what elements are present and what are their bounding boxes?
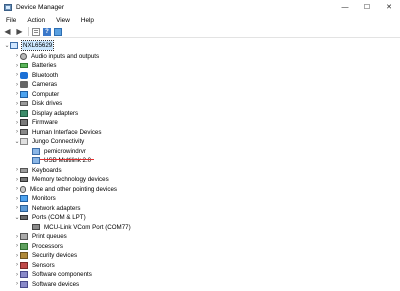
tree-item-label: Disk drives bbox=[32, 100, 63, 108]
window-controls: — ☐ ✕ bbox=[334, 0, 400, 14]
tree-item-label: USB Multilink 2.0 bbox=[44, 157, 92, 165]
usb-controller-icon bbox=[20, 138, 28, 146]
tree-root-label: NXL65629 bbox=[20, 40, 55, 52]
close-button[interactable]: ✕ bbox=[378, 0, 400, 14]
camera-icon bbox=[20, 81, 28, 89]
tree-item-label: Batteries bbox=[32, 62, 57, 70]
tree-item-label: Monitors bbox=[32, 195, 56, 203]
tree-item-label: Mice and other pointing devices bbox=[30, 185, 118, 193]
tree-item-memory[interactable]: › Memory technology devices bbox=[14, 175, 109, 184]
title-bar: Device Manager — ☐ ✕ bbox=[0, 0, 400, 14]
toolbar-separator bbox=[28, 27, 29, 36]
printer-icon bbox=[20, 233, 28, 241]
battery-icon bbox=[20, 63, 28, 69]
tree-item-label: Processors bbox=[32, 242, 63, 250]
tree-item-mice[interactable]: › Mice and other pointing devices bbox=[14, 185, 117, 194]
device-tree: ⌄ NXL65629 › Audio inputs and outputs › … bbox=[0, 40, 400, 291]
memory-icon bbox=[20, 177, 28, 183]
menu-action[interactable]: Action bbox=[21, 17, 50, 24]
software-device-icon bbox=[20, 280, 28, 288]
tree-item-monitors[interactable]: › Monitors bbox=[14, 194, 56, 203]
tree-item-label: Sensors bbox=[32, 261, 55, 269]
processor-icon bbox=[20, 242, 28, 250]
firmware-icon bbox=[20, 119, 28, 127]
menu-view[interactable]: View bbox=[50, 17, 75, 24]
tree-item-jungo[interactable]: ⌄ Jungo Connectivity bbox=[14, 137, 84, 146]
tree-item-label: Memory technology devices bbox=[32, 176, 109, 184]
mouse-icon bbox=[20, 185, 26, 193]
tree-item-security[interactable]: › Security devices bbox=[14, 251, 77, 260]
menu-file[interactable]: File bbox=[0, 17, 21, 24]
network-adapter-icon bbox=[20, 204, 28, 212]
tree-item-display-adapters[interactable]: › Display adapters bbox=[14, 109, 78, 118]
com-port-icon bbox=[32, 224, 40, 231]
speaker-icon bbox=[20, 52, 27, 60]
menu-help[interactable]: Help bbox=[75, 17, 99, 24]
tree-item-computer[interactable]: › Computer bbox=[14, 90, 59, 99]
tree-item-label: Display adapters bbox=[32, 109, 79, 117]
tree-item-mcu-link[interactable]: MCU-Link VCom Port (COM77) bbox=[32, 223, 131, 232]
keyboard-icon bbox=[20, 167, 28, 173]
tree-item-label: Bluetooth bbox=[32, 71, 59, 79]
show-hidden-button[interactable] bbox=[54, 27, 62, 36]
tree-item-label: Software components bbox=[32, 271, 92, 279]
tree-item-pemicrowindrvr[interactable]: pemicrowindrvr bbox=[32, 147, 86, 156]
monitor-icon bbox=[20, 195, 28, 203]
menu-bar: File Action View Help bbox=[0, 14, 400, 26]
tree-item-label: Print queues bbox=[32, 233, 67, 241]
tree-item-label: Human Interface Devices bbox=[32, 128, 102, 136]
properties-button[interactable] bbox=[32, 27, 40, 36]
tree-item-keyboards[interactable]: › Keyboards bbox=[14, 166, 62, 175]
usb-device-icon bbox=[32, 147, 40, 155]
maximize-button[interactable]: ☐ bbox=[356, 0, 378, 14]
bluetooth-icon bbox=[20, 71, 28, 79]
tree-root[interactable]: ⌄ NXL65629 bbox=[4, 40, 55, 52]
disk-drive-icon bbox=[20, 101, 28, 107]
tree-item-software-components[interactable]: › Software components bbox=[14, 270, 92, 279]
usb-device-icon bbox=[32, 157, 40, 165]
tree-item-label: Computer bbox=[32, 90, 60, 98]
tree-item-cameras[interactable]: › Cameras bbox=[14, 80, 57, 89]
window-title: Device Manager bbox=[16, 3, 65, 11]
tree-item-label: Security devices bbox=[32, 252, 78, 260]
tree-item-hid[interactable]: › Human Interface Devices bbox=[14, 128, 101, 137]
tree-item-label: Ports (COM & LPT) bbox=[32, 214, 86, 222]
device-manager-icon bbox=[4, 3, 12, 11]
tree-item-bluetooth[interactable]: › Bluetooth bbox=[14, 71, 58, 80]
tree-item-label: Network adapters bbox=[32, 204, 81, 212]
tree-item-processors[interactable]: › Processors bbox=[14, 242, 63, 251]
tree-item-audio[interactable]: › Audio inputs and outputs bbox=[14, 52, 99, 61]
tree-item-sensors[interactable]: › Sensors bbox=[14, 261, 55, 270]
tree-item-firmware[interactable]: › Firmware bbox=[14, 118, 58, 127]
software-component-icon bbox=[20, 271, 28, 279]
computer-icon bbox=[10, 42, 18, 50]
ports-icon bbox=[20, 215, 28, 221]
security-icon bbox=[20, 252, 28, 260]
tree-item-label: pemicrowindrvr bbox=[44, 147, 86, 155]
tree-item-label: Firmware bbox=[32, 119, 58, 127]
sensor-icon bbox=[20, 261, 28, 269]
tree-item-label: Audio inputs and outputs bbox=[31, 52, 100, 60]
tree-item-label: MCU-Link VCom Port (COM77) bbox=[44, 223, 131, 231]
back-button[interactable]: ◀ bbox=[3, 27, 12, 36]
tree-item-batteries[interactable]: › Batteries bbox=[14, 61, 56, 70]
tree-item-print-queues[interactable]: › Print queues bbox=[14, 232, 67, 241]
tree-item-label: Keyboards bbox=[32, 166, 62, 174]
minimize-button[interactable]: — bbox=[334, 0, 356, 14]
tree-item-label: Software devices bbox=[32, 280, 80, 288]
display-adapter-icon bbox=[20, 109, 28, 117]
hid-icon bbox=[20, 129, 28, 136]
tree-item-ports[interactable]: ⌄ Ports (COM & LPT) bbox=[14, 213, 86, 222]
tree-item-label: Jungo Connectivity bbox=[32, 138, 85, 146]
tree-item-network[interactable]: › Network adapters bbox=[14, 204, 81, 213]
tree-item-label: Cameras bbox=[32, 81, 58, 89]
computer-icon bbox=[20, 90, 28, 98]
annotation-underline bbox=[40, 159, 94, 160]
help-button[interactable]: ? bbox=[43, 27, 51, 36]
forward-button[interactable]: ▶ bbox=[15, 27, 24, 36]
tree-item-usb-multilink[interactable]: USB Multilink 2.0 bbox=[32, 156, 91, 165]
tree-item-disk-drives[interactable]: › Disk drives bbox=[14, 99, 62, 108]
toolbar: ◀ ▶ ? bbox=[0, 26, 400, 38]
tree-item-software-devices[interactable]: › Software devices bbox=[14, 280, 79, 289]
